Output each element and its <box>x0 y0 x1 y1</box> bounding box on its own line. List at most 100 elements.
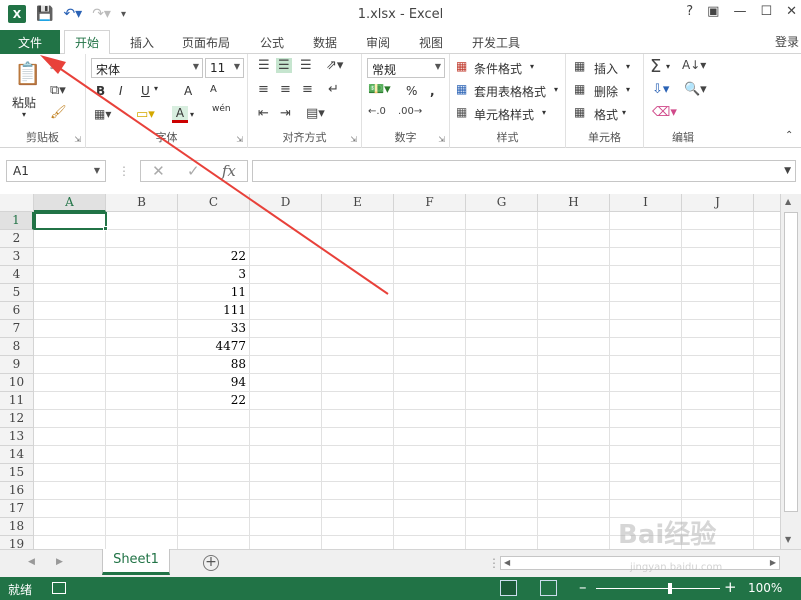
cell-j15[interactable] <box>682 464 754 482</box>
font-color-dropdown-icon[interactable]: ▾ <box>190 110 194 119</box>
cell-e11[interactable] <box>322 392 394 410</box>
cell-b5[interactable] <box>106 284 178 302</box>
cell-a9[interactable] <box>34 356 106 374</box>
cell-d18[interactable] <box>250 518 322 536</box>
decrease-decimal-icon[interactable]: .00→ <box>398 106 422 117</box>
number-format-select[interactable]: 常规 ▼ <box>367 58 445 78</box>
cell-d19[interactable] <box>250 536 322 549</box>
row-header-16[interactable]: 16 <box>0 482 34 500</box>
cell-c2[interactable] <box>178 230 250 248</box>
cell-c14[interactable] <box>178 446 250 464</box>
cell-j14[interactable] <box>682 446 754 464</box>
row-header-14[interactable]: 14 <box>0 446 34 464</box>
format-painter-icon[interactable]: 🖌 <box>50 105 67 120</box>
cell-i2[interactable] <box>610 230 682 248</box>
cell-g9[interactable] <box>466 356 538 374</box>
cell-g5[interactable] <box>466 284 538 302</box>
cell-j7[interactable] <box>682 320 754 338</box>
cell-b6[interactable] <box>106 302 178 320</box>
ribbon-display-options-icon[interactable]: ▣ <box>707 4 719 19</box>
cell-h8[interactable] <box>538 338 610 356</box>
tab-formulas[interactable]: 公式 <box>260 30 284 54</box>
cell-i6[interactable] <box>610 302 682 320</box>
cell-g8[interactable] <box>466 338 538 356</box>
underline-dropdown-icon[interactable]: ▾ <box>154 84 158 93</box>
formula-input[interactable]: ▼ <box>252 160 796 182</box>
zoom-out-button[interactable]: – <box>579 578 587 596</box>
insert-function-button[interactable]: fx <box>222 162 236 180</box>
row-header-18[interactable]: 18 <box>0 518 34 536</box>
tab-split-handle[interactable]: ⋮ <box>488 556 500 570</box>
paste-button[interactable]: 粘贴 <box>12 94 36 111</box>
cell-e9[interactable] <box>322 356 394 374</box>
align-bottom-icon[interactable]: ☰ <box>300 58 312 73</box>
clipboard-launcher-icon[interactable]: ⇲ <box>74 135 81 144</box>
border-icon[interactable]: ▦▾ <box>94 107 111 121</box>
cell-g12[interactable] <box>466 410 538 428</box>
cell-d6[interactable] <box>250 302 322 320</box>
row-header-7[interactable]: 7 <box>0 320 34 338</box>
sort-filter-icon[interactable]: A↓▾ <box>682 58 706 72</box>
cell-a6[interactable] <box>34 302 106 320</box>
cell-c8[interactable]: 4477 <box>178 338 250 356</box>
cell-e12[interactable] <box>322 410 394 428</box>
row-header-9[interactable]: 9 <box>0 356 34 374</box>
cell-b11[interactable] <box>106 392 178 410</box>
sheet-tab[interactable]: Sheet1 <box>102 549 170 575</box>
cell-g6[interactable] <box>466 302 538 320</box>
cell-e15[interactable] <box>322 464 394 482</box>
cell-d2[interactable] <box>250 230 322 248</box>
zoom-level[interactable]: 100% <box>748 581 782 595</box>
cell-e13[interactable] <box>322 428 394 446</box>
cell-f9[interactable] <box>394 356 466 374</box>
tab-insert[interactable]: 插入 <box>130 30 154 54</box>
cell-h4[interactable] <box>538 266 610 284</box>
fill-handle[interactable] <box>103 226 108 231</box>
cell-f7[interactable] <box>394 320 466 338</box>
cell-e16[interactable] <box>322 482 394 500</box>
merge-center-icon[interactable]: ▤▾ <box>306 106 325 121</box>
cell-j5[interactable] <box>682 284 754 302</box>
cell-h1[interactable] <box>538 212 610 230</box>
save-icon[interactable]: 💾 <box>36 6 53 22</box>
vertical-scrollbar[interactable]: ▲ ▼ <box>780 194 801 549</box>
cell-e10[interactable] <box>322 374 394 392</box>
column-header-d[interactable]: D <box>250 194 322 212</box>
minimize-button[interactable]: — <box>733 4 746 19</box>
cell-f2[interactable] <box>394 230 466 248</box>
name-box[interactable]: A1 ▼ <box>6 160 106 182</box>
page-layout-view-button[interactable] <box>540 580 557 596</box>
currency-icon[interactable]: 💵▾ <box>368 82 391 97</box>
cell-i7[interactable] <box>610 320 682 338</box>
align-top-icon[interactable]: ☰ <box>258 58 270 73</box>
cell-f3[interactable] <box>394 248 466 266</box>
cell-h13[interactable] <box>538 428 610 446</box>
zoom-slider-thumb[interactable] <box>668 583 672 594</box>
cell-g3[interactable] <box>466 248 538 266</box>
cell-a5[interactable] <box>34 284 106 302</box>
cell-h16[interactable] <box>538 482 610 500</box>
cell-d12[interactable] <box>250 410 322 428</box>
cell-c5[interactable]: 11 <box>178 284 250 302</box>
cell-d10[interactable] <box>250 374 322 392</box>
cell-c18[interactable] <box>178 518 250 536</box>
macro-record-icon[interactable] <box>52 582 66 594</box>
phonetic-button[interactable]: wén <box>212 104 231 114</box>
undo-icon[interactable]: ↶▾ <box>63 6 82 22</box>
tab-developer[interactable]: 开发工具 <box>472 30 520 54</box>
font-name-select[interactable]: 宋体 ▼ <box>91 58 203 78</box>
cell-i1[interactable] <box>610 212 682 230</box>
cell-b15[interactable] <box>106 464 178 482</box>
cell-j11[interactable] <box>682 392 754 410</box>
font-size-select[interactable]: 11 ▼ <box>205 58 244 78</box>
cell-i14[interactable] <box>610 446 682 464</box>
clear-icon[interactable]: ⌫▾ <box>652 105 677 120</box>
cell-f10[interactable] <box>394 374 466 392</box>
cell-i12[interactable] <box>610 410 682 428</box>
scroll-up-icon[interactable]: ▲ <box>785 197 791 206</box>
cell-h3[interactable] <box>538 248 610 266</box>
confirm-entry-icon[interactable]: ✓ <box>187 162 200 180</box>
expand-formula-bar-icon[interactable]: ▼ <box>784 166 791 176</box>
font-color-button[interactable]: A <box>172 106 188 123</box>
cell-b17[interactable] <box>106 500 178 518</box>
